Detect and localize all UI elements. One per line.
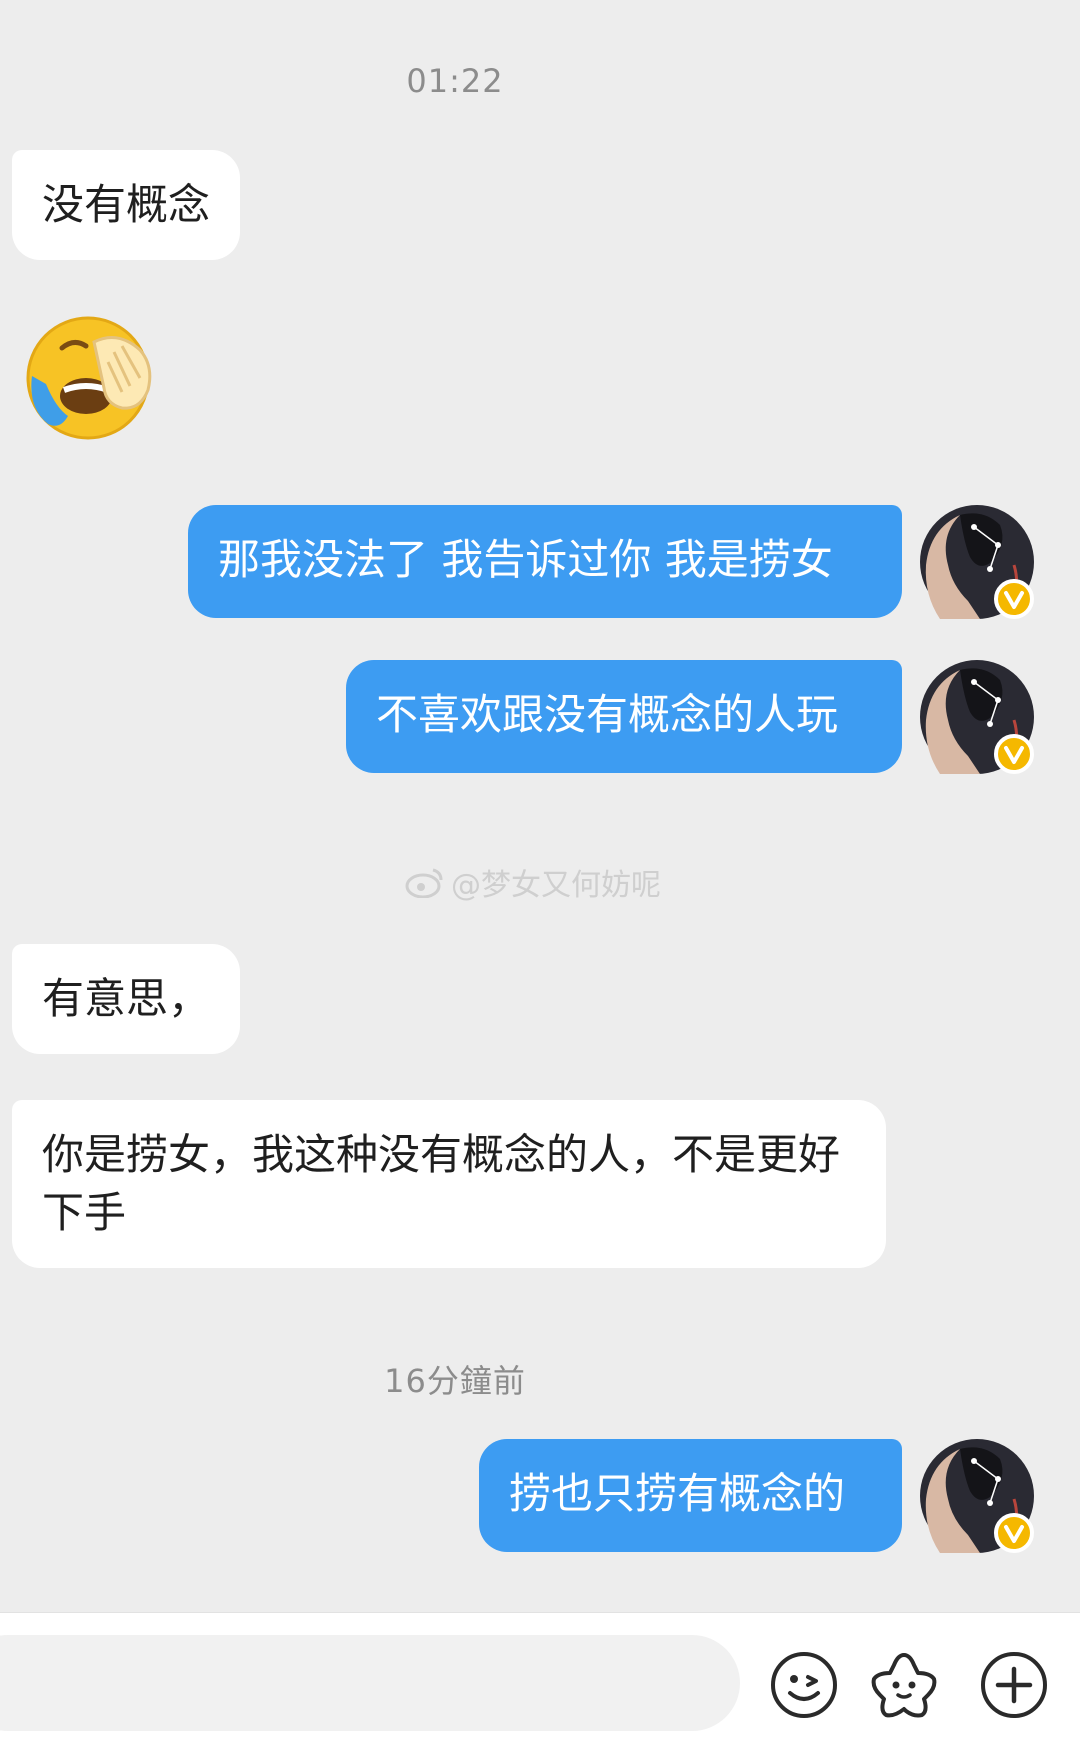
watermark: @梦女又何妨呢 [405, 860, 661, 904]
user-avatar[interactable] [920, 1439, 1034, 1553]
message-bubble-incoming[interactable]: 有意思， [12, 944, 241, 1054]
user-avatar[interactable] [920, 660, 1034, 774]
timestamp: 16分鐘前 [384, 1362, 526, 1400]
sticker-icon[interactable] [868, 1649, 940, 1721]
weibo-logo-icon [405, 868, 443, 898]
message-bubble-outgoing[interactable]: 不喜欢跟没有概念的人玩 [346, 660, 902, 773]
plus-icon[interactable] [978, 1649, 1050, 1721]
chat-area[interactable]: 01:22 没有概念 那我没法了 我告诉过你 我是捞女 不喜欢跟没有概念的人玩 [0, 0, 1080, 1612]
timestamp: 01:22 [406, 62, 504, 100]
message-bubble-incoming[interactable]: 你是捞女，我这种没有概念的人，不是更好下手 [12, 1100, 886, 1268]
user-avatar[interactable] [920, 505, 1034, 619]
watermark-text: @梦女又何妨呢 [451, 868, 661, 903]
input-bar [0, 1612, 1080, 1762]
message-bubble-outgoing[interactable]: 那我没法了 我告诉过你 我是捞女 [188, 505, 902, 618]
message-input[interactable] [0, 1635, 740, 1731]
facepalm-crying-emoji[interactable] [22, 312, 158, 440]
message-bubble-outgoing[interactable]: 捞也只捞有概念的 [479, 1439, 902, 1552]
emoji-icon[interactable] [768, 1649, 840, 1721]
message-bubble-incoming[interactable]: 没有概念 [12, 150, 241, 260]
